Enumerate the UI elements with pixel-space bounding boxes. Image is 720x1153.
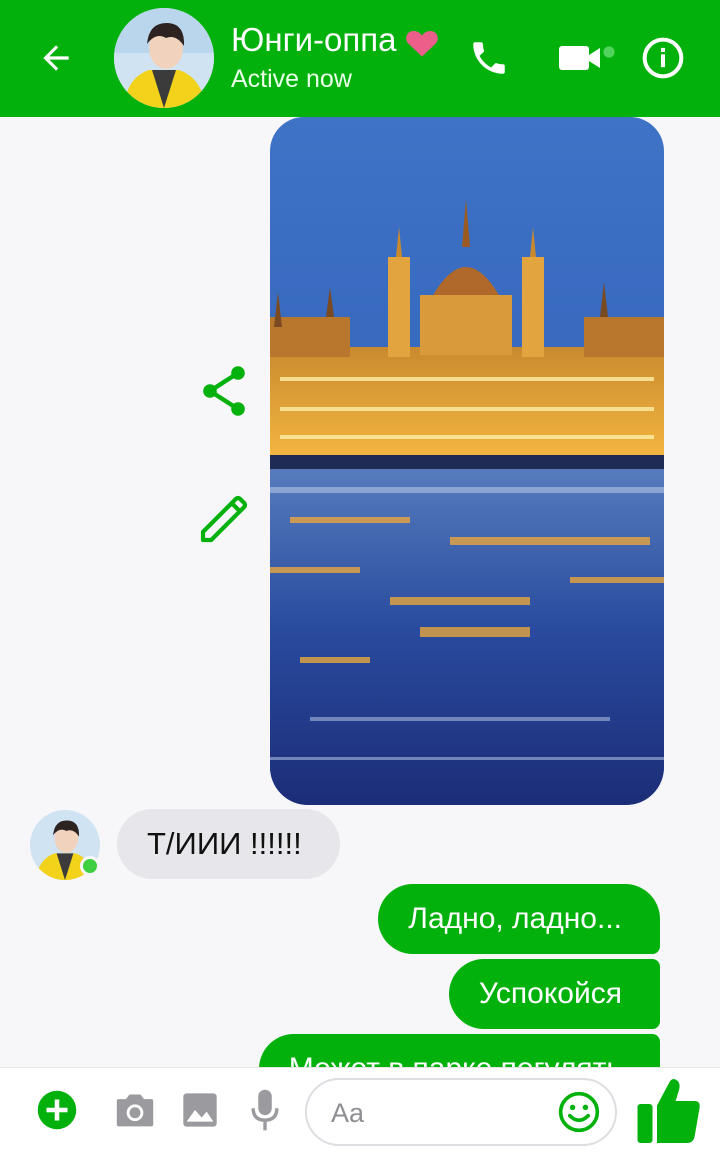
back-button[interactable]: [30, 32, 82, 84]
camera-icon: [116, 1094, 154, 1127]
microphone-icon: [251, 1089, 279, 1131]
image-message[interactable]: [270, 117, 664, 805]
parliament-photo: [270, 117, 664, 805]
gallery-button[interactable]: [178, 1088, 222, 1132]
plus-circle-icon: [37, 1090, 77, 1130]
message-input-wrapper[interactable]: [305, 1078, 617, 1146]
thumbs-up-icon[interactable]: [636, 1074, 702, 1146]
chat-header: Юнги-оппа Active now: [0, 0, 720, 117]
contact-avatar[interactable]: [114, 8, 214, 108]
message-composer: [0, 1067, 720, 1153]
add-button[interactable]: [34, 1088, 80, 1132]
camera-button[interactable]: [113, 1088, 157, 1132]
contact-name: Юнги-оппа: [231, 21, 397, 58]
arrow-left-icon: [43, 45, 69, 71]
heart-icon: [406, 31, 438, 57]
video-camera-icon: [559, 46, 615, 70]
info-icon: [642, 37, 684, 79]
outgoing-message[interactable]: Может в парке погулять: [258, 1034, 660, 1067]
contact-status: Active now: [231, 65, 352, 93]
outgoing-message[interactable]: Ладно, ладно...: [378, 884, 660, 954]
online-indicator: [80, 856, 100, 876]
microphone-button[interactable]: [243, 1088, 287, 1132]
phone-icon: [473, 42, 505, 74]
pencil-icon[interactable]: [196, 491, 252, 547]
info-button[interactable]: [636, 30, 690, 86]
message-input[interactable]: [329, 1092, 553, 1134]
incoming-message[interactable]: Т/ИИИ !!!!!!: [117, 809, 340, 879]
call-button[interactable]: [462, 30, 516, 86]
image-icon: [183, 1093, 217, 1127]
message-list[interactable]: Т/ИИИ !!!!!! Ладно, ладно... Успокойся М…: [0, 117, 720, 1067]
share-icon[interactable]: [200, 365, 248, 417]
outgoing-message[interactable]: Успокойся: [448, 959, 660, 1029]
video-call-button[interactable]: [550, 30, 618, 86]
smiley-icon[interactable]: [557, 1090, 601, 1134]
avatar-image: [114, 8, 214, 108]
